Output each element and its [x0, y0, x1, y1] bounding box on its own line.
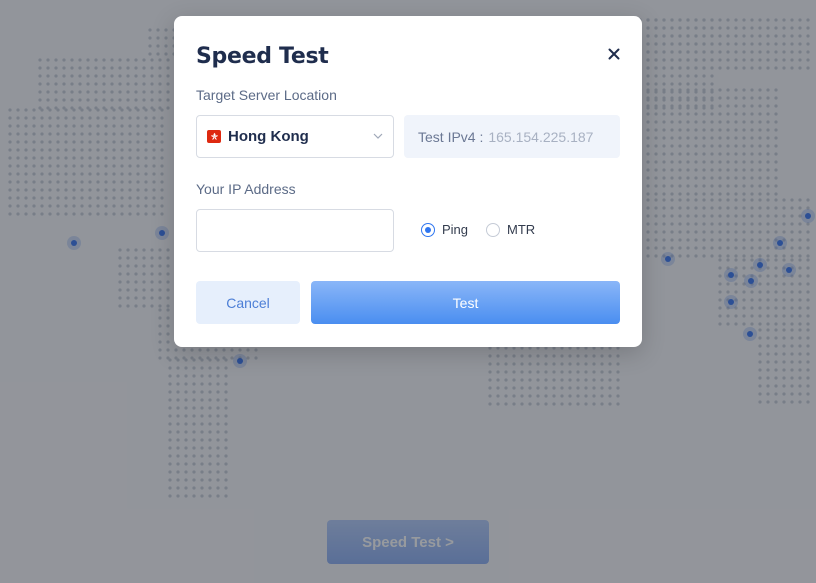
location-select-value: Hong Kong: [228, 128, 309, 145]
radio-mtr-label: MTR: [507, 222, 536, 237]
test-button[interactable]: Test: [311, 281, 620, 324]
radio-mtr[interactable]: MTR: [486, 222, 535, 237]
dialog-title: Speed Test: [196, 44, 329, 69]
radio-ping[interactable]: Ping: [421, 222, 468, 237]
close-button[interactable]: [603, 43, 625, 65]
test-ipv4-label: Test IPv4 :: [418, 128, 484, 145]
cancel-button[interactable]: Cancel: [196, 281, 300, 324]
hong-kong-flag-icon: [207, 130, 221, 143]
chevron-down-icon: [373, 133, 383, 139]
your-ip-label: Your IP Address: [196, 181, 296, 197]
speed-test-dialog: Speed Test Target Server Location Hong K…: [174, 16, 642, 347]
location-select[interactable]: Hong Kong: [196, 115, 394, 158]
test-type-radio-group: Ping MTR: [421, 222, 553, 237]
test-ipv4-value: 165.154.225.187: [488, 128, 594, 145]
test-ipv4-display: Test IPv4 : 165.154.225.187: [404, 115, 620, 158]
radio-ping-label: Ping: [442, 222, 469, 237]
target-server-label: Target Server Location: [196, 87, 337, 103]
ip-address-input[interactable]: [196, 209, 394, 252]
radio-mtr-circle: [486, 222, 501, 237]
close-icon: [608, 48, 620, 60]
radio-ping-circle: [421, 222, 435, 237]
